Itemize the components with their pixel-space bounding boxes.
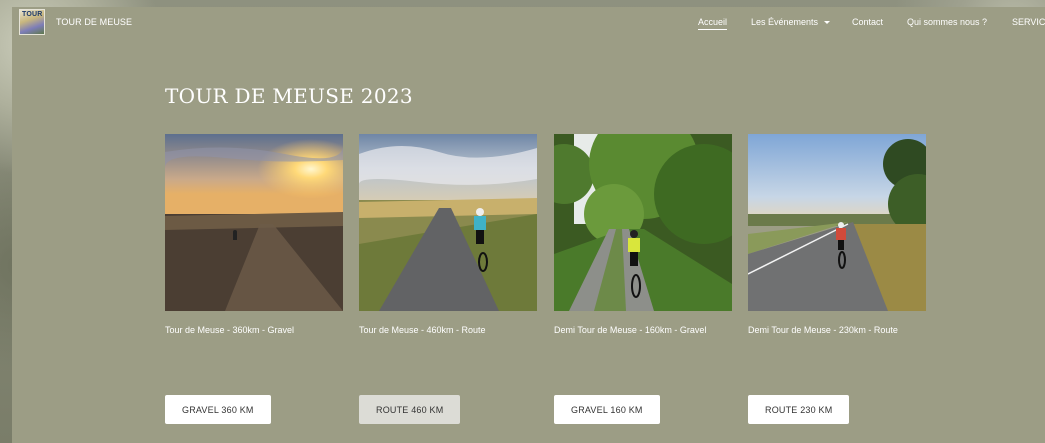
navbar: TOUR TOUR DE MEUSE Accueil Les Événement… xyxy=(0,0,1045,36)
nav-evenements-label: Les Événements xyxy=(751,17,819,27)
event-card-gravel-360: Tour de Meuse - 360km - Gravel GRAVEL 36… xyxy=(165,134,343,424)
sunset-gravel-photo[interactable] xyxy=(165,134,343,311)
page-title: TOUR DE MEUSE 2023 xyxy=(165,84,413,108)
card-caption: Tour de Meuse - 460km - Route xyxy=(359,325,486,335)
caret-down-icon xyxy=(824,21,831,25)
nav-services-label: SERVICES xyxy=(1012,17,1045,27)
gravel-360-button[interactable]: GRAVEL 360 KM xyxy=(165,395,271,424)
nav-contact[interactable]: Contact xyxy=(852,17,883,27)
countryside-road-photo[interactable] xyxy=(748,134,926,311)
gravel-160-button[interactable]: GRAVEL 160 KM xyxy=(554,395,660,424)
nav-accueil[interactable]: Accueil xyxy=(698,17,728,30)
nav-qui-sommes-nous-label: Qui sommes nous ? xyxy=(907,17,988,27)
nav-accueil-label: Accueil xyxy=(698,17,728,27)
nav-evenements[interactable]: Les Événements xyxy=(751,17,831,27)
event-card-route-230: Demi Tour de Meuse - 230km - Route ROUTE… xyxy=(748,134,926,424)
route-460-button[interactable]: ROUTE 460 KM xyxy=(359,395,461,424)
card-caption: Tour de Meuse - 360km - Gravel xyxy=(165,325,295,335)
logo-text: TOUR xyxy=(22,11,43,18)
brand-name[interactable]: TOUR DE MEUSE xyxy=(56,17,132,27)
card-caption: Demi Tour de Meuse - 160km - Gravel xyxy=(554,325,707,335)
nav-qui-sommes-nous[interactable]: Qui sommes nous ? xyxy=(907,17,987,27)
site-logo[interactable]: TOUR xyxy=(19,9,45,35)
nav-services[interactable]: SERVICES xyxy=(1012,17,1045,27)
event-card-route-460: Tour de Meuse - 460km - Route ROUTE 460 … xyxy=(359,134,537,424)
nav-contact-label: Contact xyxy=(852,17,884,27)
route-230-button[interactable]: ROUTE 230 KM xyxy=(748,395,850,424)
card-caption: Demi Tour de Meuse - 230km - Route xyxy=(748,325,898,335)
forest-path-photo[interactable] xyxy=(554,134,732,311)
road-cyclist-photo[interactable] xyxy=(359,134,537,311)
event-card-gravel-160: Demi Tour de Meuse - 160km - Gravel GRAV… xyxy=(554,134,732,424)
